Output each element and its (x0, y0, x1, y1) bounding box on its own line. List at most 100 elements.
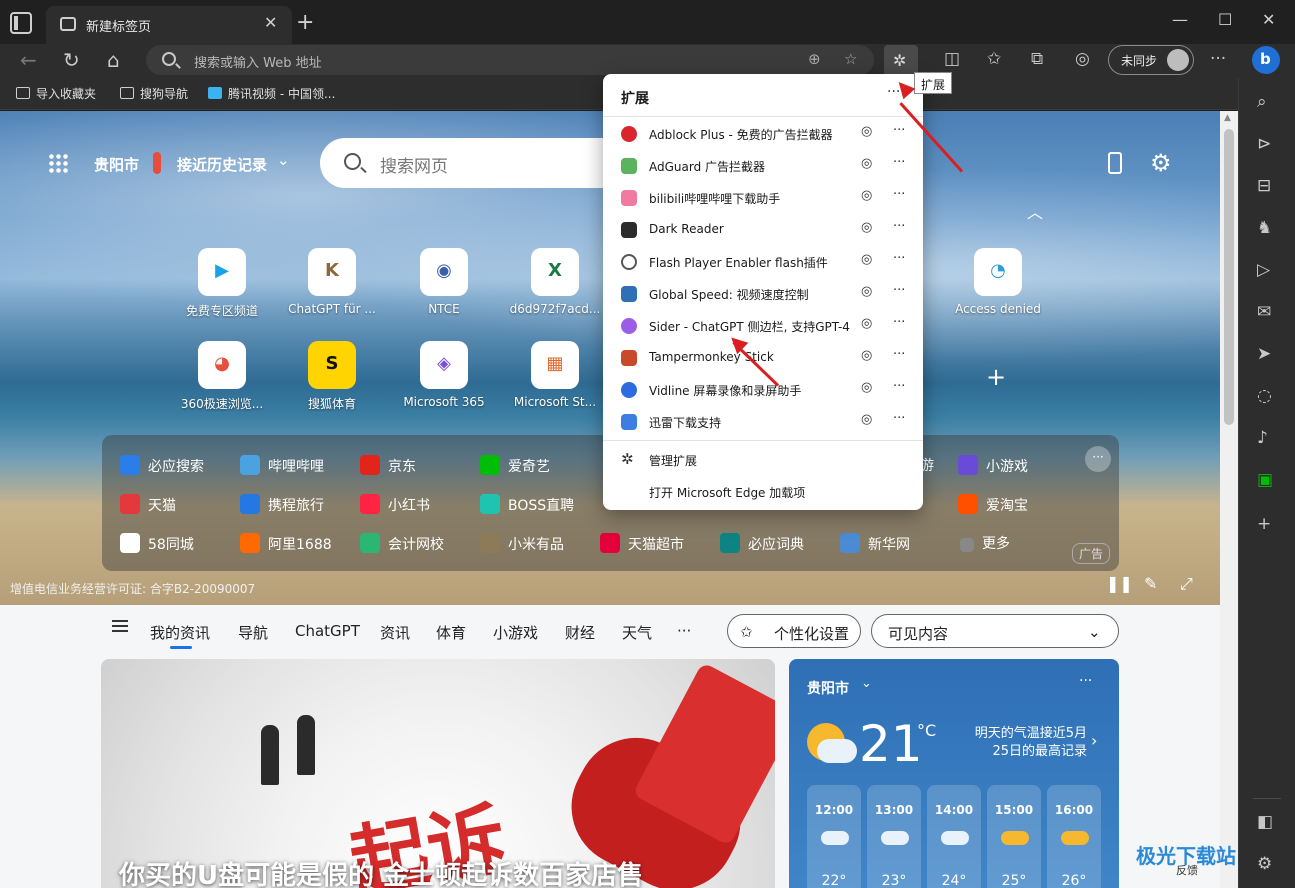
quick-link[interactable]: 更多 (960, 533, 1010, 553)
hidden-eye-icon[interactable]: ◎ (861, 124, 872, 139)
extension-item[interactable]: bilibili哔哩哔哩下载助手 ◎ ··· (603, 182, 923, 214)
quick-link[interactable]: 天猫 (120, 494, 176, 515)
split-screen-icon[interactable]: ◫ (944, 49, 960, 69)
browser-essentials-icon[interactable]: ◎ (1075, 49, 1090, 69)
quick-link[interactable]: 携程旅行 (240, 494, 324, 515)
games-icon[interactable]: ♞ (1257, 218, 1272, 238)
chevron-down-icon[interactable]: ⌄ (861, 676, 872, 691)
favorite-import[interactable]: 导入收藏夹 (16, 85, 96, 102)
quick-link[interactable]: 会计网校 (360, 533, 444, 554)
favorite-sogou[interactable]: 搜狗导航 (120, 85, 188, 102)
extension-item[interactable]: AdGuard 广告拦截器 ◎ ··· (603, 150, 923, 182)
quick-link[interactable]: 新华网 (840, 533, 910, 554)
extension-more-icon[interactable]: ··· (893, 315, 905, 330)
quick-tile[interactable]: ▶ 免费专区频道 (167, 248, 277, 319)
quick-tile[interactable]: ◔ Access denied (943, 248, 1053, 316)
outlook-icon[interactable]: ✉ (1257, 302, 1271, 322)
close-window-button[interactable]: ✕ (1262, 10, 1275, 29)
hidden-eye-icon[interactable]: ◎ (861, 380, 872, 395)
sidebar-settings-icon[interactable]: ⚙ (1257, 854, 1272, 874)
page-settings-icon[interactable]: ⚙ (1150, 149, 1172, 177)
expand-icon[interactable]: ⤢ (1180, 574, 1193, 594)
menu-icon[interactable] (112, 625, 128, 627)
extension-more-icon[interactable]: ··· (893, 123, 905, 138)
extension-item[interactable]: Flash Player Enabler flash插件 ◎ ··· (603, 246, 923, 278)
quick-link[interactable]: 爱淘宝 (958, 494, 1028, 515)
extension-more-icon[interactable]: ··· (893, 347, 905, 362)
personalize-button[interactable]: ✩ 个性化设置 (727, 614, 861, 648)
hidden-eye-icon[interactable]: ◎ (861, 220, 872, 235)
hero-city[interactable]: 贵阳市 (94, 154, 139, 175)
page-scrollbar[interactable]: ▲ (1220, 111, 1238, 888)
hidden-eye-icon[interactable]: ◎ (861, 284, 872, 299)
extension-item[interactable]: Dark Reader ◎ ··· (603, 214, 923, 246)
extension-more-icon[interactable]: ··· (893, 283, 905, 298)
phone-icon[interactable] (1108, 152, 1122, 174)
extension-more-icon[interactable]: ··· (893, 187, 905, 202)
weather-card[interactable]: 贵阳市 ⌄ ··· 21 °C 明天的气温接近5月25日的最高记录 › 12:0… (789, 659, 1119, 888)
hidden-eye-icon[interactable]: ◎ (861, 348, 872, 363)
extension-more-icon[interactable]: ··· (893, 379, 905, 394)
extension-more-icon[interactable]: ··· (893, 219, 905, 234)
new-tab-button[interactable]: + (296, 10, 314, 35)
hidden-eye-icon[interactable]: ◎ (861, 188, 872, 203)
extension-item[interactable]: Global Speed: 视频速度控制 ◎ ··· (603, 278, 923, 310)
quick-link[interactable]: 天猫超市 (600, 533, 684, 554)
quick-link[interactable]: 必应搜索 (120, 455, 204, 476)
feed-tab-finance[interactable]: 财经 (565, 622, 595, 643)
refresh-icon[interactable]: ↻ (63, 48, 80, 72)
extension-more-icon[interactable]: ··· (893, 251, 905, 266)
drop-icon[interactable]: ◌ (1257, 386, 1272, 406)
news-headline[interactable]: 你买的U盘可能是假的 金士顿起诉数百家店售 (119, 855, 643, 888)
quick-link[interactable]: 小红书 (360, 494, 430, 515)
pause-icon[interactable]: ❚❚ (1106, 574, 1133, 593)
quick-tile[interactable]: ◉ NTCE (389, 248, 499, 316)
quick-link[interactable]: 小米有品 (480, 533, 564, 554)
manage-extensions-link[interactable]: 管理扩展 (649, 452, 697, 469)
quick-tile[interactable]: K ChatGPT für ... (277, 248, 387, 316)
collections-icon[interactable]: ⧉ (1031, 49, 1043, 69)
favorites-icon[interactable]: ✩ (987, 49, 1001, 69)
hidden-eye-icon[interactable]: ◎ (861, 412, 872, 427)
add-tile-icon[interactable]: + (986, 363, 1006, 391)
quick-link[interactable]: 京东 (360, 455, 416, 476)
quick-tile[interactable]: X d6d972f7acd... (500, 248, 610, 316)
add-icon[interactable]: + (1257, 514, 1271, 534)
extension-item[interactable]: Vidline 屏幕录像和录屏助手 ◎ ··· (603, 374, 923, 406)
open-addons-link[interactable]: 打开 Microsoft Edge 加载项 (649, 484, 805, 501)
feed-tab-chatgpt[interactable]: ChatGPT (295, 622, 360, 640)
favorite-tencent-video[interactable]: 腾讯视频 - 中国领... (208, 85, 335, 102)
feed-tab-games[interactable]: 小游戏 (493, 622, 538, 643)
quick-tile[interactable]: ◕ 360极速浏览... (167, 341, 277, 412)
extension-item[interactable]: Sider - ChatGPT 侧边栏, 支持GPT-4 ◎ ··· (603, 310, 923, 342)
feed-tab-my-news[interactable]: 我的资讯 (150, 622, 210, 649)
feed-tab-news[interactable]: 资讯 (380, 622, 410, 643)
settings-more-icon[interactable]: ··· (1210, 49, 1226, 69)
weather-city[interactable]: 贵阳市 (807, 678, 849, 698)
iqiyi-icon[interactable]: ▣ (1257, 470, 1273, 490)
bing-copilot-button[interactable]: b (1252, 46, 1280, 74)
quick-link[interactable]: 58同城 (120, 533, 194, 554)
feed-tab-more[interactable]: ··· (677, 622, 691, 640)
tab-new-tab[interactable]: 新建标签页 ✕ (46, 6, 292, 44)
maximize-button[interactable]: ☐ (1218, 10, 1232, 29)
search-icon[interactable]: ⌕ (1257, 92, 1267, 112)
scroll-up-icon[interactable]: ▲ (1224, 113, 1231, 123)
quick-link[interactable]: BOSS直聘 (480, 494, 574, 515)
weather-more-icon[interactable]: ··· (1079, 673, 1092, 689)
back-icon[interactable]: ← (20, 48, 37, 72)
send-icon[interactable]: ➤ (1257, 344, 1271, 364)
toolbox-icon[interactable]: ⊟ (1257, 176, 1271, 196)
quick-link[interactable]: 小游戏 (958, 455, 1028, 476)
home-icon[interactable]: ⌂ (107, 48, 120, 72)
feed-tab-weather[interactable]: 天气 (622, 622, 652, 643)
news-card[interactable]: 起诉 你买的U盘可能是假的 金士顿起诉数百家店售 (101, 659, 775, 888)
extension-more-icon[interactable]: ··· (893, 155, 905, 170)
hidden-eye-icon[interactable]: ◎ (861, 316, 872, 331)
play-icon[interactable]: ▷ (1257, 260, 1270, 280)
tag-icon[interactable]: ⊳ (1257, 134, 1271, 154)
extension-item[interactable]: 迅雷下载支持 ◎ ··· (603, 406, 923, 438)
quick-link[interactable]: 哔哩哔哩 (240, 455, 324, 476)
feed-tab-sports[interactable]: 体育 (436, 622, 466, 643)
quick-link[interactable]: 爱奇艺 (480, 455, 550, 476)
